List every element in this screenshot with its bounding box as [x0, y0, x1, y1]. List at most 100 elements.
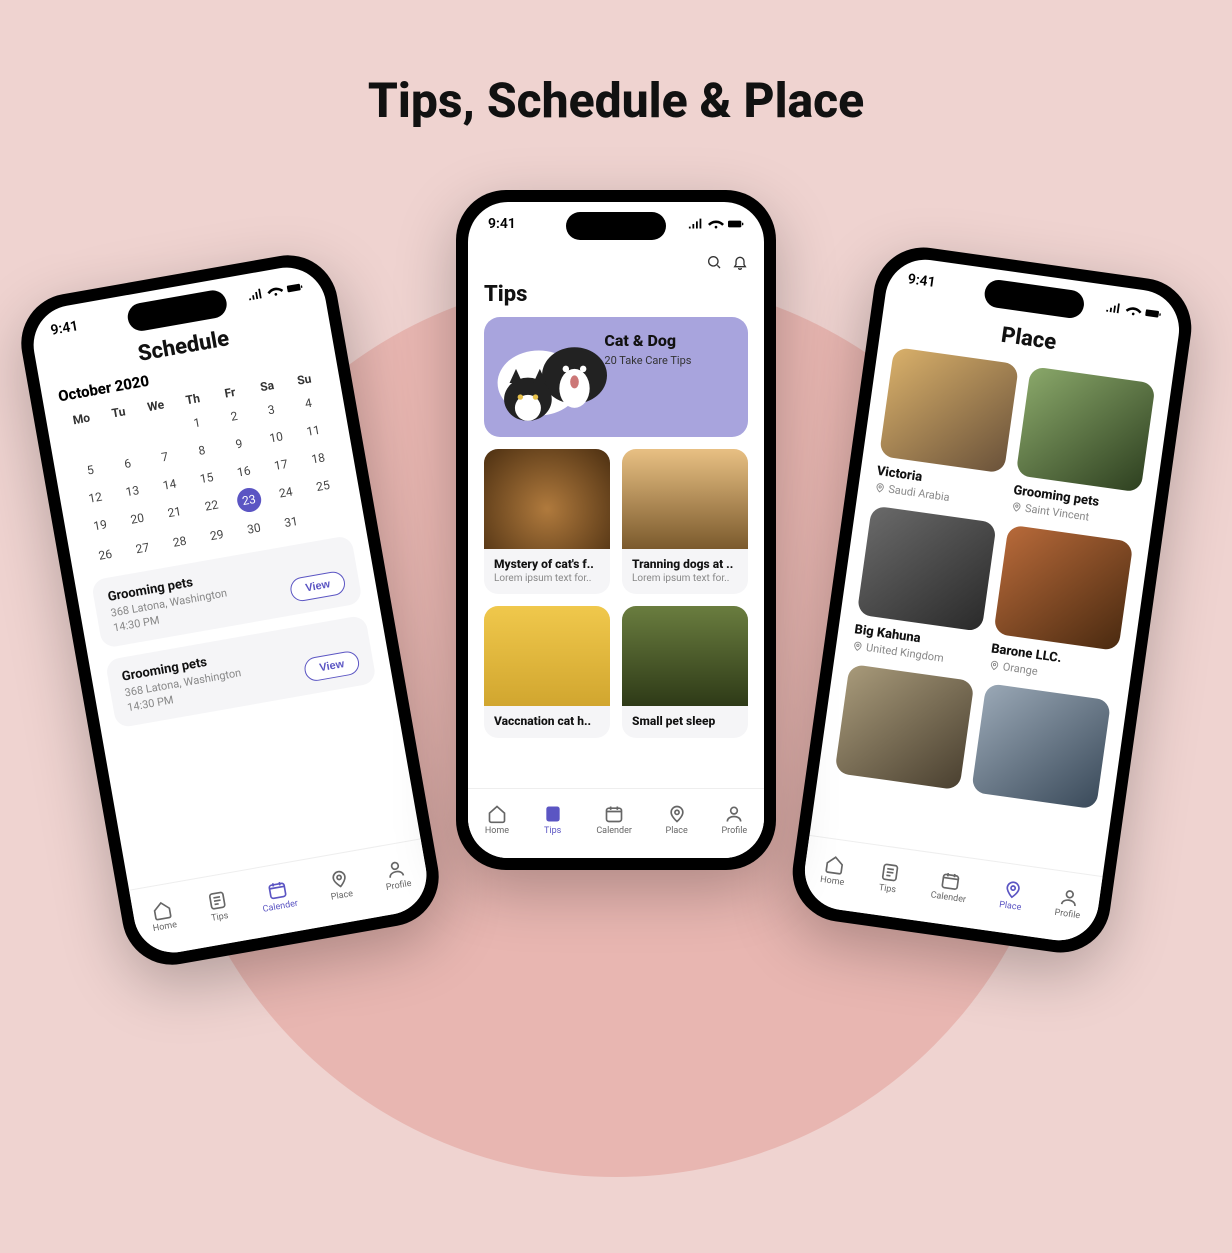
tab-label: Calender [930, 890, 967, 905]
calendar-day[interactable]: 6 [107, 449, 148, 477]
tab-calender[interactable]: Calender [596, 804, 632, 836]
dow: Su [284, 369, 324, 389]
tab-label: Place [666, 826, 688, 836]
tip-card[interactable]: Mystery of cat's f.. Lorem ipsum text fo… [484, 449, 610, 594]
tab-home[interactable]: Home [485, 804, 509, 836]
calendar-icon [266, 878, 289, 901]
calendar-day[interactable]: 5 [70, 456, 111, 484]
tab-calender[interactable]: Calender [930, 868, 970, 905]
hero-title: Cat & Dog [604, 331, 732, 350]
place-card[interactable]: Victoria Saudi Arabia [874, 347, 1019, 511]
tab-profile[interactable]: Profile [721, 804, 747, 836]
tab-tips[interactable]: Tips [205, 889, 230, 924]
tab-label: Home [485, 826, 509, 836]
calendar-day[interactable]: 10 [256, 423, 297, 451]
calendar-day-selected[interactable]: 23 [235, 486, 263, 514]
tip-title: Vaccnation cat h.. [494, 714, 600, 728]
calendar-day[interactable]: 27 [122, 534, 163, 562]
calendar-day[interactable]: 22 [191, 492, 232, 522]
dow: We [136, 396, 176, 416]
tab-tips[interactable]: Tips [543, 804, 563, 836]
tab-calender[interactable]: Calender [258, 877, 299, 915]
calendar-day[interactable]: 30 [233, 514, 274, 542]
tab-label: Profile [1054, 907, 1081, 920]
home-icon [823, 853, 846, 876]
place-card[interactable]: Barone LLC. Orange [988, 525, 1133, 689]
calendar-day[interactable]: 24 [265, 478, 306, 508]
calendar-grid: Mo Tu We Th Fr Sa Su 1 2 3 4 5 6 7 8 9 1… [62, 369, 349, 568]
view-button[interactable]: View [289, 570, 347, 603]
calendar-day[interactable]: 15 [186, 464, 227, 492]
search-icon[interactable] [706, 254, 722, 270]
tab-profile[interactable]: Profile [1054, 886, 1084, 921]
place-image [834, 664, 974, 790]
dynamic-island [566, 212, 666, 240]
place-card[interactable]: Grooming pets Saint Vincent [1010, 366, 1155, 530]
place-card[interactable]: Big Kahuna United Kingdom [851, 505, 996, 669]
battery-icon [1144, 305, 1162, 323]
calendar-day[interactable]: 19 [80, 511, 121, 541]
tab-bar: Home Tips Calender Place Profile [468, 788, 764, 858]
calendar-day[interactable]: 28 [159, 528, 200, 556]
tips-icon [205, 889, 228, 912]
phone-mockup-tips: 9:41 Tips [456, 190, 776, 870]
place-card[interactable] [971, 683, 1111, 809]
view-button[interactable]: View [303, 650, 361, 683]
battery-icon [728, 216, 744, 232]
tab-label: Home [820, 874, 845, 887]
tab-place[interactable]: Place [999, 878, 1025, 913]
status-time: 9:41 [49, 318, 79, 339]
tab-label: Calender [262, 898, 299, 914]
tab-tips[interactable]: Tips [877, 861, 901, 895]
tips-icon [543, 804, 563, 824]
calendar-day[interactable]: 20 [117, 505, 158, 535]
place-image [993, 525, 1133, 651]
calendar-day[interactable]: 17 [261, 451, 302, 479]
calendar-day[interactable]: 11 [293, 417, 334, 445]
calendar-day[interactable]: 31 [271, 508, 312, 536]
tip-card[interactable]: Tranning dogs at .. Lorem ipsum text for… [622, 449, 748, 594]
tip-card[interactable]: Vaccnation cat h.. [484, 606, 610, 738]
place-image [971, 683, 1111, 809]
calendar-day[interactable]: 29 [196, 521, 237, 549]
calendar-day[interactable]: 18 [298, 444, 339, 472]
calendar-day[interactable]: 21 [154, 498, 195, 528]
tab-home[interactable]: Home [820, 853, 848, 888]
tab-label: Profile [385, 878, 412, 892]
bell-icon[interactable] [732, 254, 748, 270]
tab-place[interactable]: Place [326, 867, 353, 902]
wifi-icon [266, 282, 285, 301]
tab-profile[interactable]: Profile [381, 857, 412, 893]
signal-icon [246, 285, 265, 304]
calendar-day[interactable]: 16 [223, 457, 264, 485]
calendar-day[interactable]: 8 [181, 436, 222, 464]
calendar-day[interactable]: 13 [112, 477, 153, 505]
calendar-day[interactable]: 4 [288, 389, 329, 417]
tip-image [484, 606, 610, 706]
calendar-day[interactable]: 12 [75, 484, 116, 512]
signal-icon [688, 216, 704, 232]
calendar-day[interactable]: 2 [214, 402, 255, 430]
place-icon [1001, 878, 1024, 901]
dow: Tu [99, 402, 139, 422]
home-icon [150, 898, 173, 921]
tip-card[interactable]: Small pet sleep [622, 606, 748, 738]
tab-label: Tips [544, 826, 561, 836]
wifi-icon [1125, 302, 1143, 320]
calendar-day[interactable]: 3 [251, 396, 292, 424]
place-image [1016, 366, 1156, 492]
calendar-day[interactable]: 1 [177, 409, 218, 437]
dow: Fr [210, 383, 250, 403]
tips-hero-card[interactable]: Cat & Dog 20 Take Care Tips [484, 317, 748, 437]
tab-label: Tips [878, 883, 896, 895]
calendar-day[interactable]: 25 [303, 472, 344, 502]
tip-title: Tranning dogs at .. [632, 557, 738, 571]
calendar-day[interactable]: 9 [219, 430, 260, 458]
tab-home[interactable]: Home [148, 898, 177, 934]
calendar-day[interactable]: 7 [144, 443, 185, 471]
tip-subtitle: Lorem ipsum text for.. [632, 573, 738, 584]
calendar-day[interactable]: 14 [149, 470, 190, 498]
tab-place[interactable]: Place [666, 804, 688, 836]
place-card[interactable] [834, 664, 974, 790]
calendar-day[interactable]: 26 [85, 541, 126, 569]
